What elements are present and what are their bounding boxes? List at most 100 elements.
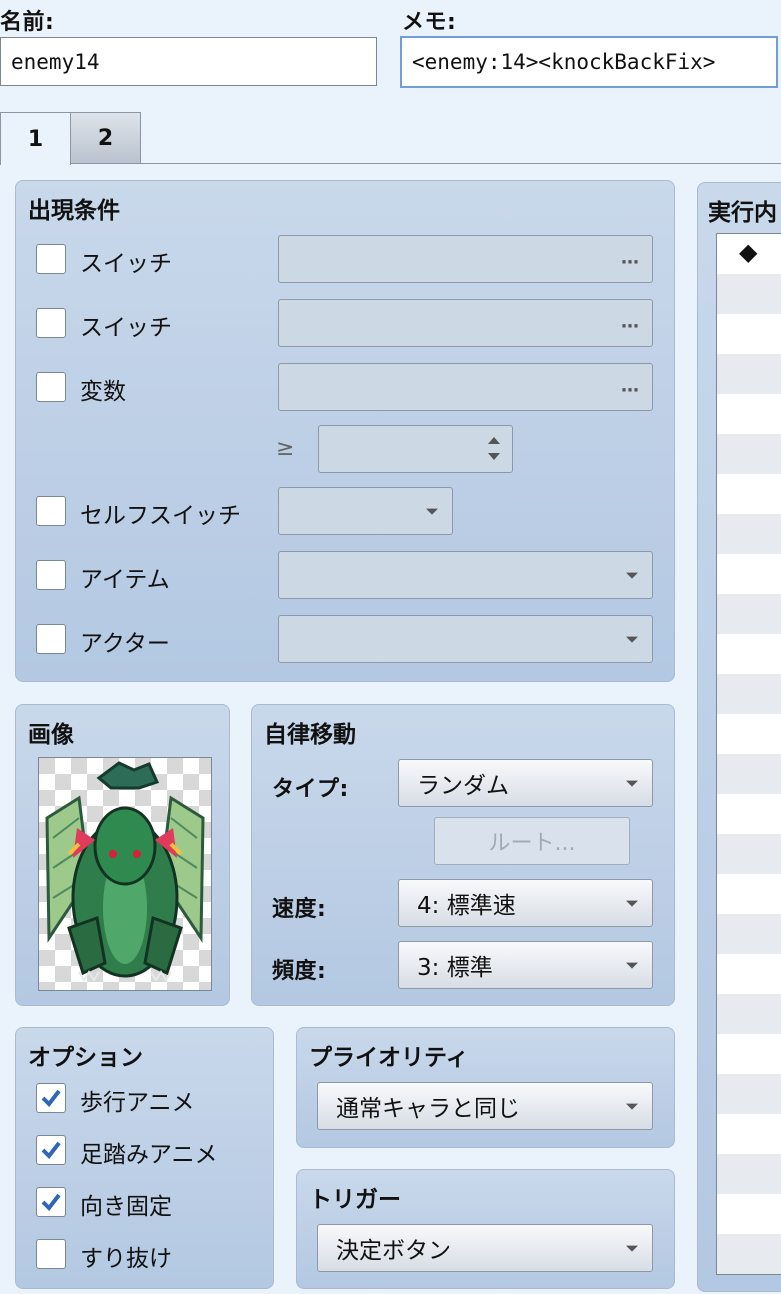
item-select[interactable] (278, 551, 653, 599)
list-item[interactable] (717, 874, 781, 914)
self-switch-label: セルフスイッチ (80, 503, 241, 529)
tab-2[interactable]: 2 (70, 112, 141, 164)
list-item[interactable] (717, 1114, 781, 1154)
self-switch-checkbox[interactable] (36, 496, 66, 526)
chevron-down-icon (626, 780, 638, 787)
priority-value: 通常キャラと同じ (336, 1096, 520, 1122)
list-item[interactable] (717, 594, 781, 634)
actor-select[interactable] (278, 615, 653, 663)
list-item[interactable] (717, 394, 781, 434)
frequency-select[interactable]: 3: 標準 (398, 941, 653, 989)
speed-value: 4: 標準速 (417, 893, 516, 919)
memo-label: メモ: (402, 10, 457, 35)
item-label: アイテム (80, 567, 170, 593)
list-item[interactable] (717, 794, 781, 834)
list-item[interactable] (717, 274, 781, 314)
checkmark-icon (41, 1141, 61, 1160)
switch2-checkbox[interactable] (36, 308, 66, 338)
list-item[interactable] (717, 514, 781, 554)
image-title: 画像 (28, 722, 74, 748)
chevron-down-icon (626, 900, 638, 907)
priority-select[interactable]: 通常キャラと同じ (317, 1082, 653, 1130)
movement-title: 自律移動 (264, 722, 356, 748)
list-item[interactable] (717, 554, 781, 594)
priority-title: プライオリティ (309, 1045, 469, 1071)
compare-symbol: ≥ (276, 436, 295, 461)
list-item[interactable] (717, 714, 781, 754)
chevron-down-icon (626, 1103, 638, 1110)
type-select[interactable]: ランダム (398, 759, 653, 807)
speed-label: 速度: (272, 897, 327, 922)
actor-checkbox[interactable] (36, 624, 66, 654)
list-item[interactable] (717, 1194, 781, 1234)
ellipsis-icon: … (621, 311, 640, 333)
switch1-label: スイッチ (80, 251, 172, 277)
name-label: 名前: (0, 10, 55, 35)
conditions-title: 出現条件 (28, 198, 120, 224)
list-item[interactable]: ◆ (717, 234, 781, 274)
trigger-title: トリガー (309, 1187, 401, 1213)
stepping-anim-label: 足踏みアニメ (80, 1142, 218, 1168)
list-item[interactable] (717, 1074, 781, 1114)
through-checkbox[interactable] (36, 1239, 66, 1269)
switch1-select[interactable]: … (278, 235, 653, 283)
list-item[interactable] (717, 954, 781, 994)
list-item[interactable] (717, 634, 781, 674)
ellipsis-icon: … (621, 247, 640, 269)
list-item[interactable] (717, 754, 781, 794)
image-panel: 画像 (15, 704, 230, 1006)
variable-value-spinner[interactable] (318, 425, 513, 473)
list-item[interactable] (717, 1234, 781, 1274)
switch2-select[interactable]: … (278, 299, 653, 347)
self-switch-select[interactable] (278, 487, 453, 535)
spin-down-icon[interactable] (488, 453, 500, 460)
dragon-sprite-icon (39, 758, 211, 990)
list-item[interactable] (717, 434, 781, 474)
walking-anim-label: 歩行アニメ (80, 1090, 195, 1116)
list-item[interactable] (717, 914, 781, 954)
execution-title: 実行内 (708, 200, 777, 226)
type-value: ランダム (417, 773, 509, 799)
memo-input[interactable]: <enemy:14><knockBackFix> (400, 36, 778, 88)
list-item[interactable] (717, 674, 781, 714)
route-button[interactable]: ルート... (434, 817, 630, 865)
trigger-value: 決定ボタン (336, 1238, 451, 1264)
through-label: すり抜け (80, 1246, 172, 1272)
event-command-list[interactable]: ◆ (716, 233, 781, 1275)
options-title: オプション (28, 1045, 143, 1071)
tab-1[interactable]: 1 (0, 112, 71, 165)
conditions-panel: 出現条件 スイッチ … スイッチ … 変数 … ≥ セルフスイッチ アイテム ア… (15, 180, 675, 682)
stepping-anim-checkbox[interactable] (36, 1135, 66, 1165)
name-input[interactable]: enemy14 (0, 37, 377, 86)
direction-fix-label: 向き固定 (80, 1194, 172, 1220)
list-item[interactable] (717, 1034, 781, 1074)
diamond-icon: ◆ (739, 238, 758, 266)
list-item[interactable] (717, 994, 781, 1034)
list-item[interactable] (717, 354, 781, 394)
chevron-down-icon (626, 1245, 638, 1252)
tab-divider (70, 163, 781, 164)
list-item[interactable] (717, 834, 781, 874)
list-item[interactable] (717, 474, 781, 514)
list-item[interactable] (717, 314, 781, 354)
type-label: タイプ: (272, 777, 349, 802)
autonomous-movement-panel: 自律移動 タイプ: ランダム ルート... 速度: 4: 標準速 頻度: 3: … (251, 704, 675, 1006)
chevron-down-icon (626, 572, 638, 579)
priority-panel: プライオリティ 通常キャラと同じ (296, 1027, 675, 1148)
list-item[interactable] (717, 1154, 781, 1194)
direction-fix-checkbox[interactable] (36, 1187, 66, 1217)
walking-anim-checkbox[interactable] (36, 1083, 66, 1113)
variable-checkbox[interactable] (36, 372, 66, 402)
checkmark-icon (41, 1089, 61, 1108)
character-image[interactable] (38, 757, 212, 991)
item-checkbox[interactable] (36, 560, 66, 590)
speed-select[interactable]: 4: 標準速 (398, 879, 653, 927)
variable-label: 変数 (80, 379, 126, 405)
ellipsis-icon: … (621, 375, 640, 397)
spin-up-icon[interactable] (488, 437, 500, 444)
checkmark-icon (41, 1193, 61, 1212)
actor-label: アクター (80, 631, 170, 657)
switch1-checkbox[interactable] (36, 244, 66, 274)
trigger-select[interactable]: 決定ボタン (317, 1224, 653, 1272)
variable-select[interactable]: … (278, 363, 653, 411)
